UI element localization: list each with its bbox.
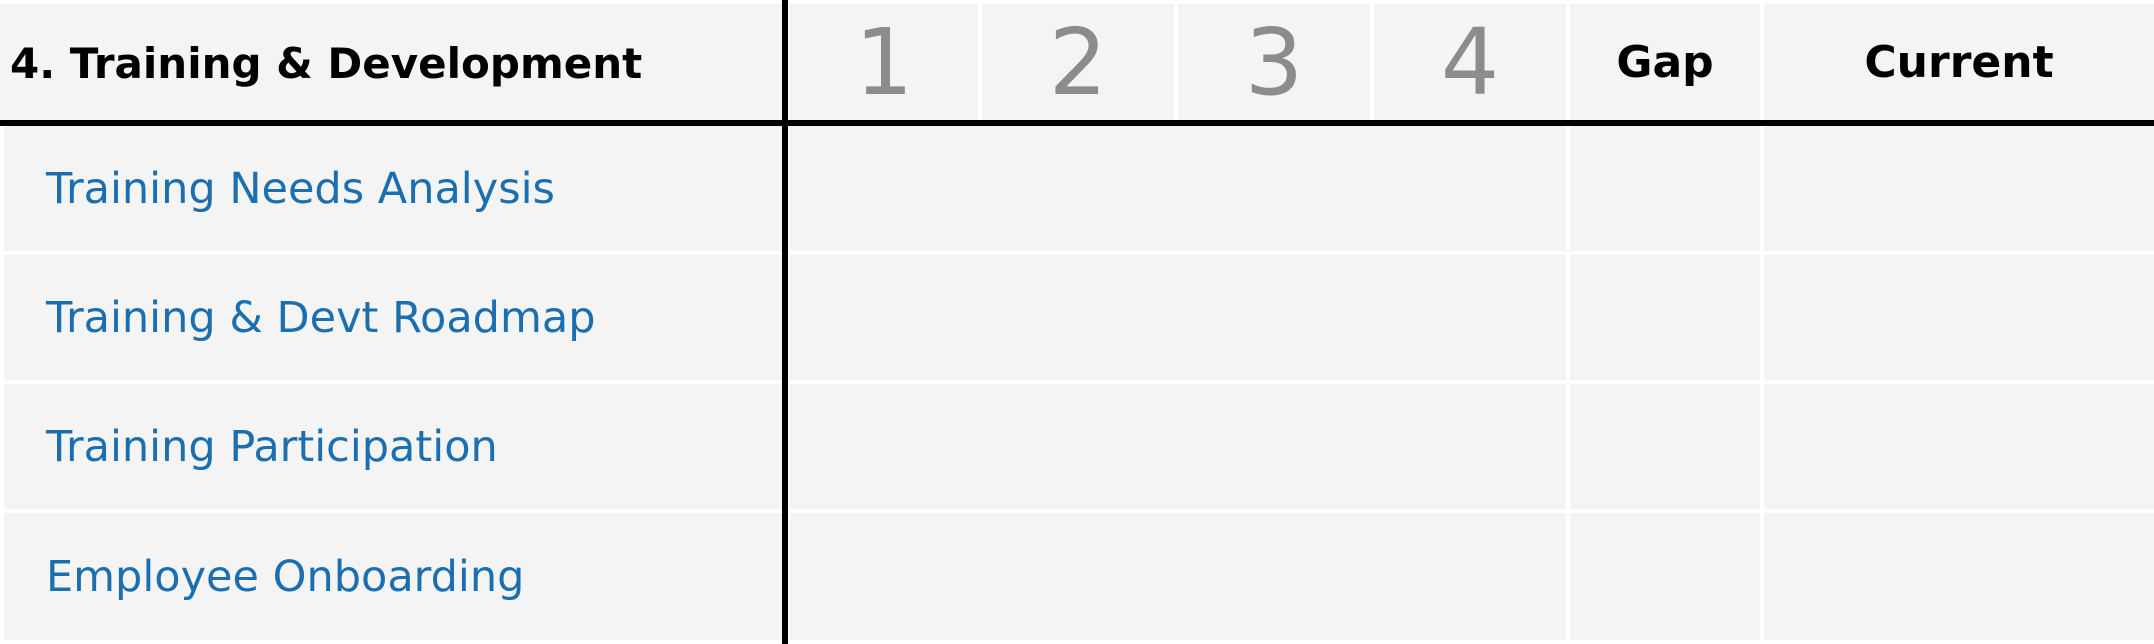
row-1-current-cell[interactable] (1764, 126, 2154, 251)
row-1-level-cells[interactable] (790, 126, 1566, 251)
row-4-level-cells[interactable] (790, 513, 1566, 640)
vertical-divider (782, 0, 788, 644)
row-label-training-devt-roadmap: Training & Devt Roadmap (4, 255, 782, 380)
current-header: Current (1764, 4, 2154, 120)
row-4-current-cell[interactable] (1764, 513, 2154, 640)
row-1-gap-cell[interactable] (1570, 126, 1760, 251)
gap-header: Gap (1570, 4, 1760, 120)
row-3-level-cells[interactable] (790, 384, 1566, 509)
row-3-gap-cell[interactable] (1570, 384, 1760, 509)
level-1-header: 1 (790, 4, 978, 120)
row-label-training-participation: Training Participation (4, 384, 782, 509)
section-title: 4. Training & Development (0, 4, 782, 122)
row-2-level-cells[interactable] (790, 255, 1566, 380)
row-3-current-cell[interactable] (1764, 384, 2154, 509)
row-label-employee-onboarding: Employee Onboarding (4, 513, 782, 640)
level-4-header: 4 (1374, 4, 1566, 120)
header-divider (0, 120, 2154, 126)
training-development-matrix: 4. Training & Development 1 2 3 4 Gap Cu… (0, 0, 2154, 644)
level-3-header: 3 (1178, 4, 1370, 120)
level-2-header: 2 (982, 4, 1174, 120)
row-2-gap-cell[interactable] (1570, 255, 1760, 380)
row-label-training-needs-analysis: Training Needs Analysis (4, 126, 782, 251)
row-2-current-cell[interactable] (1764, 255, 2154, 380)
row-4-gap-cell[interactable] (1570, 513, 1760, 640)
